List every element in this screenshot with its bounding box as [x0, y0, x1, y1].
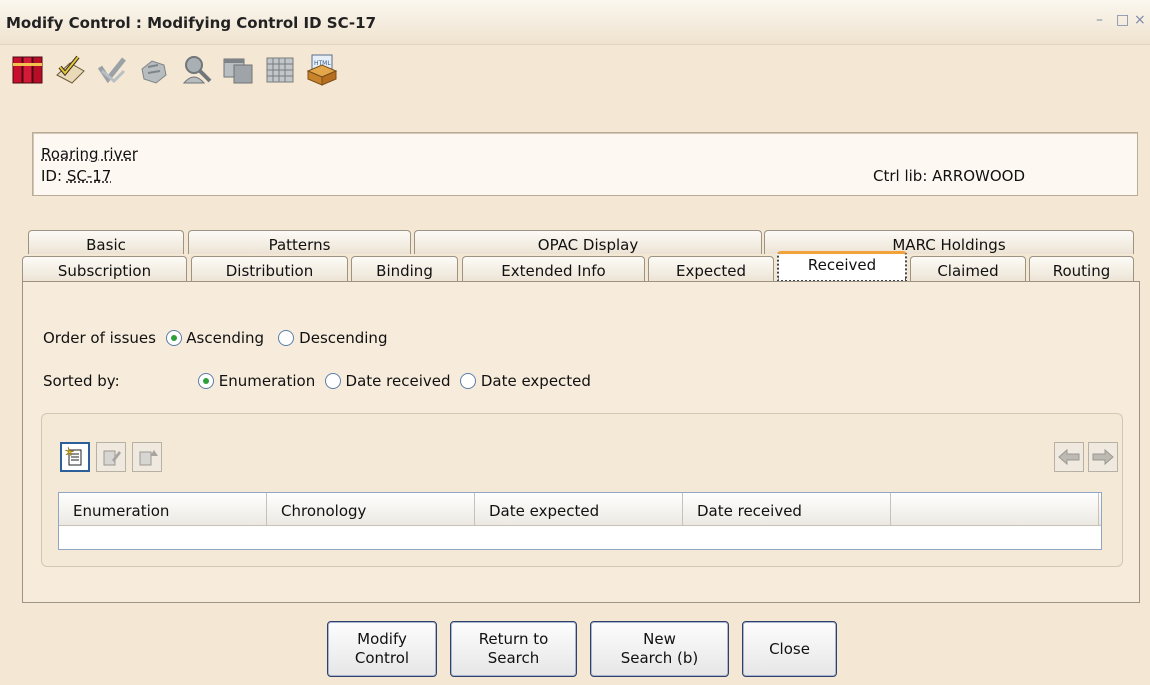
descending-radio[interactable]	[278, 330, 295, 346]
column-enumeration[interactable]: Enumeration	[59, 493, 267, 525]
grid-icon[interactable]	[260, 50, 300, 90]
ascending-label[interactable]: Ascending	[186, 329, 264, 347]
html-box-icon[interactable]: HTML	[302, 50, 342, 90]
enumeration-radio[interactable]	[198, 373, 214, 389]
tab-patterns[interactable]: Patterns	[188, 230, 411, 254]
order-label: Order of issues	[43, 329, 156, 347]
arrow-left-icon	[1058, 448, 1080, 466]
column-chronology[interactable]: Chronology	[267, 493, 475, 525]
document-arrow-icon	[139, 450, 158, 466]
column-date-expected[interactable]: Date expected	[475, 493, 683, 525]
move-issue-button[interactable]	[132, 442, 162, 472]
control-info-box: Roaring river ID: SC-17 Ctrl lib: ARROWO…	[32, 132, 1138, 196]
title-bar: Modify Control : Modifying Control ID SC…	[0, 0, 1150, 45]
return-to-search-button[interactable]: Return to Search	[450, 621, 577, 677]
tab-subscription[interactable]: Subscription	[22, 256, 187, 282]
edit-issue-button[interactable]	[96, 442, 126, 472]
ascending-radio[interactable]	[165, 330, 182, 346]
close-button[interactable]: Close	[742, 621, 837, 677]
edit-document-icon	[103, 450, 121, 466]
checklist-icon[interactable]	[50, 50, 90, 90]
hand-icon[interactable]	[134, 50, 174, 90]
window-title: Modify Control : Modifying Control ID SC…	[6, 14, 377, 32]
date-expected-radio[interactable]	[460, 373, 477, 389]
title-link[interactable]: Roaring river	[41, 145, 138, 163]
descending-label[interactable]: Descending	[299, 329, 387, 347]
modify-control-button[interactable]: Modify Control	[327, 621, 437, 677]
date-received-label[interactable]: Date received	[346, 372, 451, 390]
column-spacer	[891, 493, 1099, 525]
tab-claimed[interactable]: Claimed	[910, 256, 1026, 282]
id-label: ID:	[41, 167, 63, 185]
check-icon[interactable]	[92, 50, 132, 90]
search-person-icon[interactable]	[176, 50, 216, 90]
arrow-right-icon	[1092, 448, 1114, 466]
order-of-issues-row: Order of issues Ascending Descending	[43, 329, 387, 347]
ctrl-lib: Ctrl lib: ARROWOOD	[873, 167, 1026, 185]
add-issue-button[interactable]	[60, 442, 90, 472]
minimize-button[interactable]: –	[1096, 12, 1103, 28]
books-icon[interactable]	[8, 50, 48, 90]
tab-expected[interactable]: Expected	[648, 256, 774, 282]
tab-basic[interactable]: Basic	[28, 230, 184, 254]
new-search-button[interactable]: New Search (b)	[590, 621, 729, 677]
table-header: Enumeration Chronology Date expected Dat…	[59, 493, 1101, 526]
tab-distribution[interactable]: Distribution	[191, 256, 348, 282]
received-panel: Order of issues Ascending Descending Sor…	[22, 281, 1140, 603]
date-expected-label[interactable]: Date expected	[481, 372, 591, 390]
tab-received[interactable]: Received	[777, 251, 907, 282]
sorted-label: Sorted by:	[43, 372, 120, 390]
new-document-icon	[64, 446, 82, 466]
sorted-by-row: Sorted by: Enumeration Date received Dat…	[43, 372, 591, 390]
close-window-button[interactable]: ×	[1134, 12, 1146, 28]
window-icon[interactable]	[218, 50, 258, 90]
issues-group: Enumeration Chronology Date expected Dat…	[41, 413, 1123, 567]
control-id: ID: SC-17	[41, 167, 111, 185]
tab-extended-info[interactable]: Extended Info	[462, 256, 645, 282]
maximize-button[interactable]: □	[1116, 12, 1129, 28]
received-issues-table: Enumeration Chronology Date expected Dat…	[58, 492, 1102, 550]
previous-button[interactable]	[1054, 442, 1084, 472]
column-date-received[interactable]: Date received	[683, 493, 891, 525]
id-value-link[interactable]: SC-17	[67, 167, 112, 185]
date-received-radio[interactable]	[324, 373, 341, 389]
tab-routing[interactable]: Routing	[1029, 256, 1134, 282]
enumeration-label[interactable]: Enumeration	[219, 372, 315, 390]
tab-binding[interactable]: Binding	[351, 256, 458, 282]
next-button[interactable]	[1088, 442, 1118, 472]
tab-opac-display[interactable]: OPAC Display	[414, 230, 762, 254]
toolbar: HTML	[8, 50, 342, 90]
